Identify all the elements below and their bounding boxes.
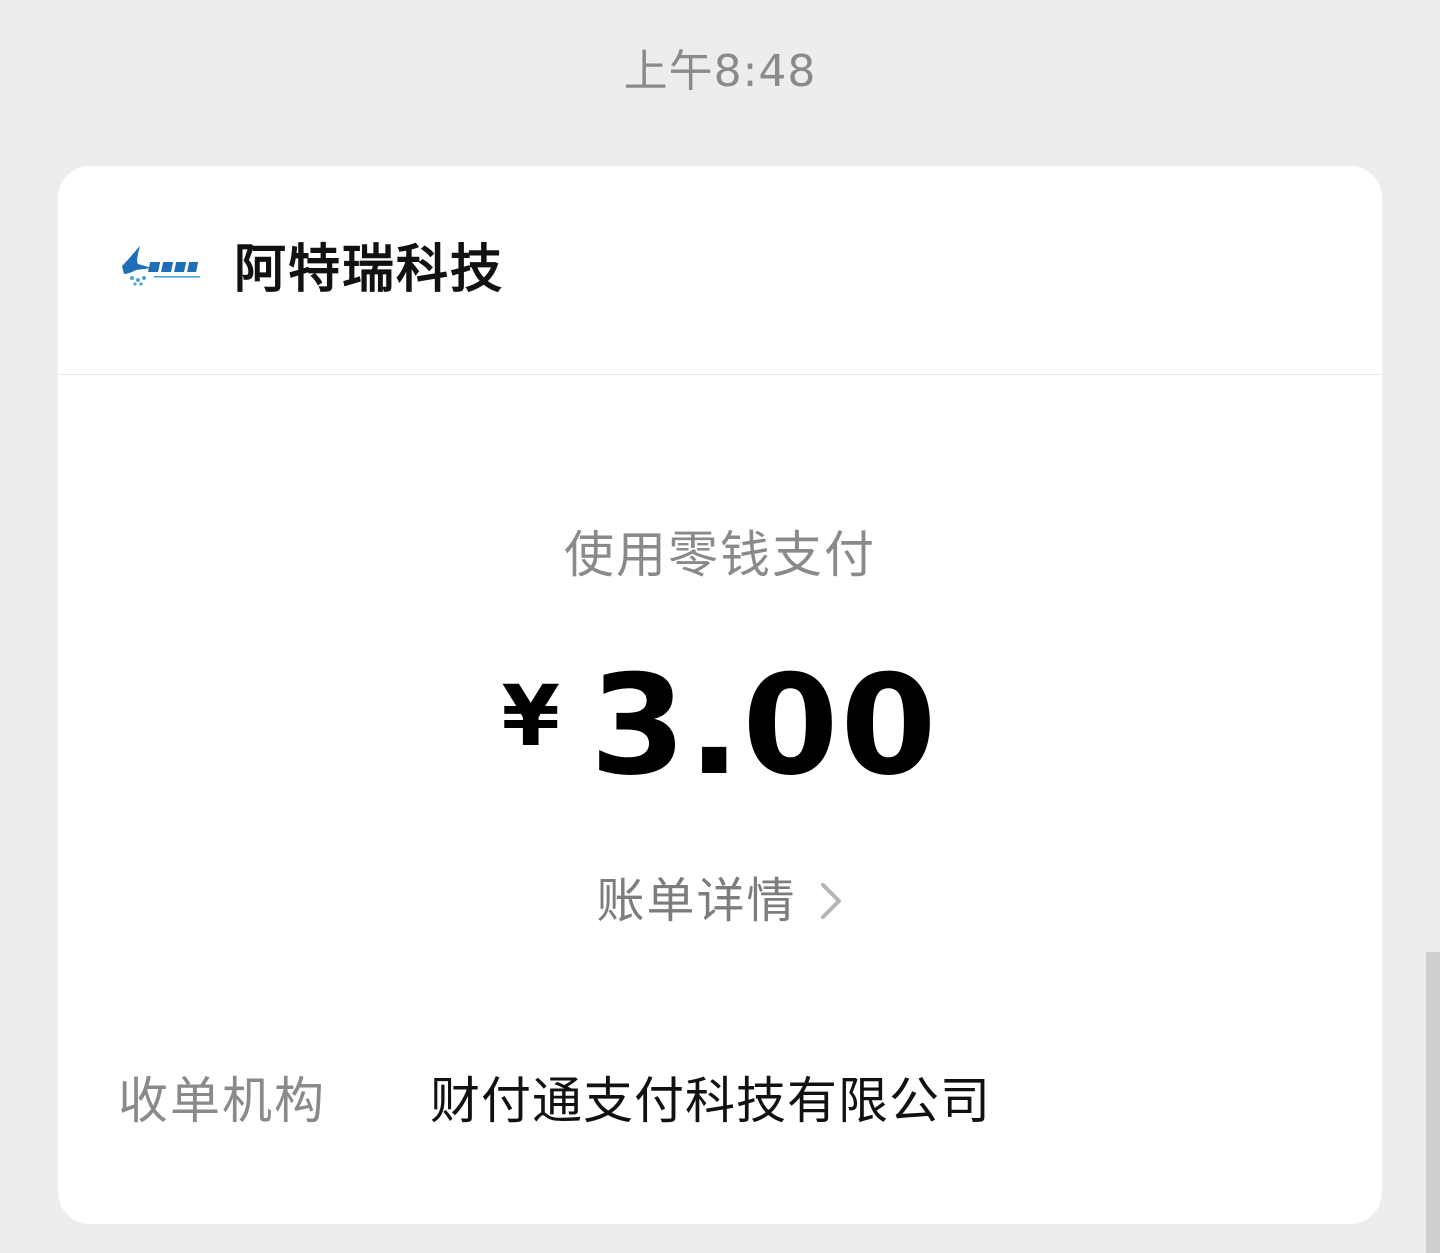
- amount-value: 3.00: [589, 645, 939, 806]
- acquirer-row: 收单机构 财付通支付科技有限公司: [118, 1066, 1322, 1136]
- bill-detail-label: 账单详情: [596, 873, 797, 929]
- payment-method-label: 使用零钱支付: [564, 526, 876, 584]
- chevron-right-icon: [820, 883, 841, 919]
- merchant-logo-icon: [122, 246, 200, 286]
- message-timestamp: 上午8:48: [623, 46, 817, 97]
- currency-symbol: ¥: [501, 667, 560, 765]
- acquirer-label: 收单机构: [118, 1072, 326, 1130]
- payment-amount: ¥3.00: [58, 656, 1382, 796]
- scrollbar-thumb[interactable]: [1426, 952, 1440, 1253]
- bill-detail-link[interactable]: 账单详情: [58, 866, 1382, 936]
- acquirer-value: 财付通支付科技有限公司: [430, 1072, 991, 1130]
- payment-notification-card[interactable]: 阿特瑞科技 使用零钱支付 ¥3.00 账单详情 收单机构 财付通支付科技有限公司: [58, 166, 1382, 1224]
- merchant-name: 阿特瑞科技: [234, 240, 505, 300]
- card-header: 阿特瑞科技: [58, 166, 1382, 375]
